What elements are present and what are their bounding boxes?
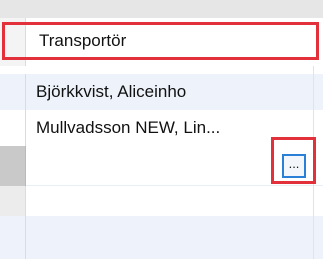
column-header-row: Transportör xyxy=(0,18,323,66)
transporter-cell[interactable]: Björkkvist, Aliceinho xyxy=(26,74,323,110)
ellipsis-highlight: ... xyxy=(271,137,316,184)
transporter-cell[interactable] xyxy=(26,186,323,216)
grid-top-strip xyxy=(0,0,323,18)
row-selector[interactable] xyxy=(0,110,26,146)
row-header-stub xyxy=(0,0,26,18)
row-selector[interactable] xyxy=(0,216,26,259)
row-selector[interactable] xyxy=(0,74,26,110)
row-selector-active[interactable] xyxy=(0,146,26,186)
column-header-transportor[interactable]: Transportör xyxy=(2,22,319,60)
ellipsis-button[interactable]: ... xyxy=(282,154,306,178)
table-row[interactable] xyxy=(0,216,323,259)
table-row[interactable]: Björkkvist, Aliceinho xyxy=(0,74,323,110)
row-selector[interactable] xyxy=(0,186,26,216)
transporter-cell[interactable] xyxy=(26,216,323,259)
table-row[interactable] xyxy=(0,186,323,216)
transporter-grid: Transportör Björkkvist, Aliceinho Mullva… xyxy=(0,0,323,259)
